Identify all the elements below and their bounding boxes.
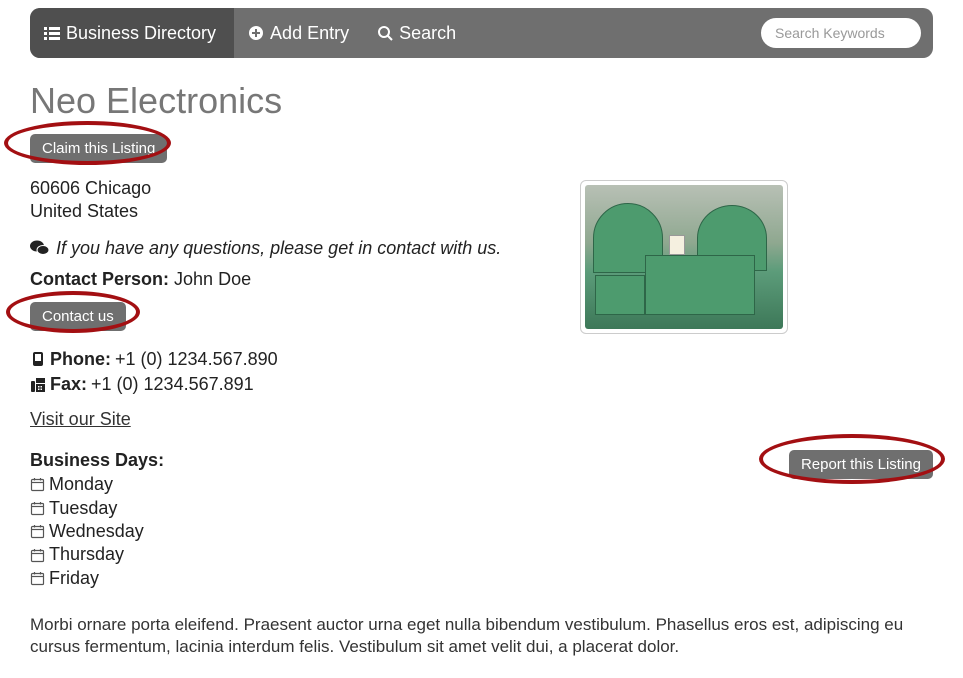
nav-add-label: Add Entry: [270, 23, 349, 44]
phone-label: Phone:: [50, 347, 111, 372]
business-day-item: Friday: [30, 567, 164, 590]
contact-hint-text: If you have any questions, please get in…: [56, 238, 501, 259]
phone-icon: [30, 351, 46, 367]
listing-image: [585, 185, 783, 329]
nav-business-directory[interactable]: Business Directory: [30, 8, 234, 58]
phone-row: Phone: +1 (0) 1234.567.890: [30, 347, 933, 372]
listing-description: Morbi ornare porta eleifend. Praesent au…: [30, 614, 933, 658]
address-line1: 60606 Chicago: [30, 177, 933, 200]
page-title: Neo Electronics: [30, 80, 933, 122]
list-icon: [44, 25, 60, 41]
business-day-item: Monday: [30, 473, 164, 496]
business-day-label: Tuesday: [49, 497, 117, 520]
business-days-label: Business Days:: [30, 450, 164, 471]
fax-row: Fax: +1 (0) 1234.567.891: [30, 372, 933, 397]
contact-person-label: Contact Person:: [30, 269, 169, 289]
calendar-icon: [30, 524, 45, 539]
calendar-icon: [30, 571, 45, 586]
nav-search-label: Search: [399, 23, 456, 44]
search-icon: [377, 25, 393, 41]
fax-icon: [30, 377, 46, 393]
plus-circle-icon: [248, 25, 264, 41]
fax-label: Fax:: [50, 372, 87, 397]
fax-value: +1 (0) 1234.567.891: [91, 372, 254, 397]
comments-icon: [30, 239, 50, 257]
listing-image-card: [580, 180, 788, 334]
phone-value: +1 (0) 1234.567.890: [115, 347, 278, 372]
calendar-icon: [30, 501, 45, 516]
nav-search[interactable]: Search: [363, 8, 470, 58]
nav-add-entry[interactable]: Add Entry: [234, 8, 363, 58]
contact-person-row: Contact Person: John Doe: [30, 269, 933, 290]
report-listing-button[interactable]: Report this Listing: [789, 450, 933, 479]
business-day-item: Wednesday: [30, 520, 164, 543]
contact-hint-row: If you have any questions, please get in…: [30, 238, 933, 259]
business-day-label: Friday: [49, 567, 99, 590]
calendar-icon: [30, 548, 45, 563]
calendar-icon: [30, 477, 45, 492]
nav-brand-label: Business Directory: [66, 23, 216, 44]
navbar: Business Directory Add Entry Search: [30, 8, 933, 58]
contact-person-name: John Doe: [169, 269, 251, 289]
business-day-label: Thursday: [49, 543, 124, 566]
contact-us-button[interactable]: Contact us: [30, 302, 126, 331]
business-days-block: Business Days: Monday Tuesday Wednesday …: [30, 450, 164, 590]
search-input[interactable]: [761, 18, 921, 48]
business-day-label: Wednesday: [49, 520, 144, 543]
address-line2: United States: [30, 200, 933, 223]
claim-listing-button[interactable]: Claim this Listing: [30, 134, 167, 163]
visit-site-link[interactable]: Visit our Site: [30, 409, 131, 430]
business-day-label: Monday: [49, 473, 113, 496]
business-day-item: Thursday: [30, 543, 164, 566]
address-block: 60606 Chicago United States: [30, 177, 933, 224]
business-day-item: Tuesday: [30, 497, 164, 520]
